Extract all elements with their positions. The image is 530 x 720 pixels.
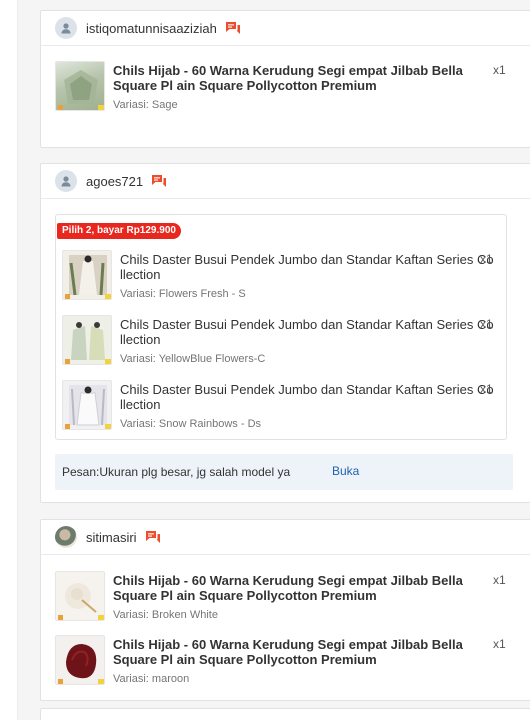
order-item[interactable]: Chils Hijab - 60 Warna Kerudung Segi emp… — [55, 61, 515, 115]
order-item[interactable]: Chils Daster Busui Pendek Jumbo dan Stan… — [62, 315, 502, 369]
product-title: Chils Hijab - 60 Warna Kerudung Segi emp… — [113, 573, 463, 603]
product-title: Chils Daster Busui Pendek Jumbo dan Stan… — [120, 252, 494, 282]
open-message-link[interactable]: Buka — [332, 464, 359, 478]
user-icon — [55, 17, 77, 39]
order-item[interactable]: Chils Hijab - 60 Warna Kerudung Segi emp… — [55, 635, 515, 689]
order-card — [40, 708, 530, 720]
product-thumbnail — [55, 635, 105, 685]
product-thumbnail — [62, 380, 112, 430]
chat-icon[interactable] — [225, 21, 241, 36]
item-quantity: x1 — [480, 382, 493, 396]
avatar — [55, 526, 77, 548]
product-thumbnail — [62, 315, 112, 365]
buyer-username[interactable]: istiqomatunnisaaziziah — [86, 21, 217, 36]
item-variant: Variasi: Broken White — [113, 609, 218, 621]
product-thumbnail — [62, 250, 112, 300]
bundle-deal-badge: Pilih 2, bayar Rp129.900 — [57, 223, 181, 239]
buyer-username[interactable]: sitimasiri — [86, 530, 137, 545]
product-title: Chils Daster Busui Pendek Jumbo dan Stan… — [120, 317, 494, 347]
order-card: sitimasiri Chils Hijab - 60 Warna Kerudu… — [40, 519, 530, 701]
chat-icon[interactable] — [151, 174, 167, 189]
item-quantity: x1 — [493, 637, 506, 651]
product-thumbnail — [55, 61, 105, 111]
buyer-message: Pesan:Ukuran plg besar, jg salah model y… — [62, 465, 291, 479]
item-quantity: x1 — [493, 573, 506, 587]
buyer-message-box: Pesan:Ukuran plg besar, jg salah model y… — [55, 454, 513, 490]
item-quantity: x1 — [493, 63, 506, 77]
item-quantity: x1 — [480, 317, 493, 331]
buyer-username[interactable]: agoes721 — [86, 174, 143, 189]
bundle-deal-box: Pilih 2, bayar Rp129.900 Chils Daster Bu… — [55, 214, 507, 440]
product-title: Chils Daster Busui Pendek Jumbo dan Stan… — [120, 382, 494, 412]
chat-icon[interactable] — [145, 530, 161, 545]
order-item[interactable]: Chils Daster Busui Pendek Jumbo dan Stan… — [62, 380, 502, 434]
item-variant: Variasi: Sage — [113, 99, 178, 111]
order-header: istiqomatunnisaaziziah — [41, 11, 530, 46]
left-panel-edge — [0, 0, 18, 720]
item-quantity: x1 — [480, 252, 493, 266]
item-variant: Variasi: Snow Rainbows - Ds — [120, 418, 262, 430]
order-card: istiqomatunnisaaziziah Chils Hijab - 60 … — [40, 10, 530, 148]
product-title: Chils Hijab - 60 Warna Kerudung Segi emp… — [113, 63, 463, 93]
order-item[interactable]: Chils Hijab - 60 Warna Kerudung Segi emp… — [55, 571, 515, 625]
user-icon — [55, 170, 77, 192]
order-card: agoes721 Pilih 2, bayar Rp129.900 Chils … — [40, 163, 530, 503]
order-item[interactable]: Chils Daster Busui Pendek Jumbo dan Stan… — [62, 250, 502, 304]
order-header: sitimasiri — [41, 520, 530, 555]
item-variant: Variasi: Flowers Fresh - S — [120, 288, 246, 300]
order-header: agoes721 — [41, 164, 530, 199]
item-variant: Variasi: maroon — [113, 673, 190, 685]
product-title: Chils Hijab - 60 Warna Kerudung Segi emp… — [113, 637, 463, 667]
product-thumbnail — [55, 571, 105, 621]
item-variant: Variasi: YellowBlue Flowers-C — [120, 353, 266, 365]
